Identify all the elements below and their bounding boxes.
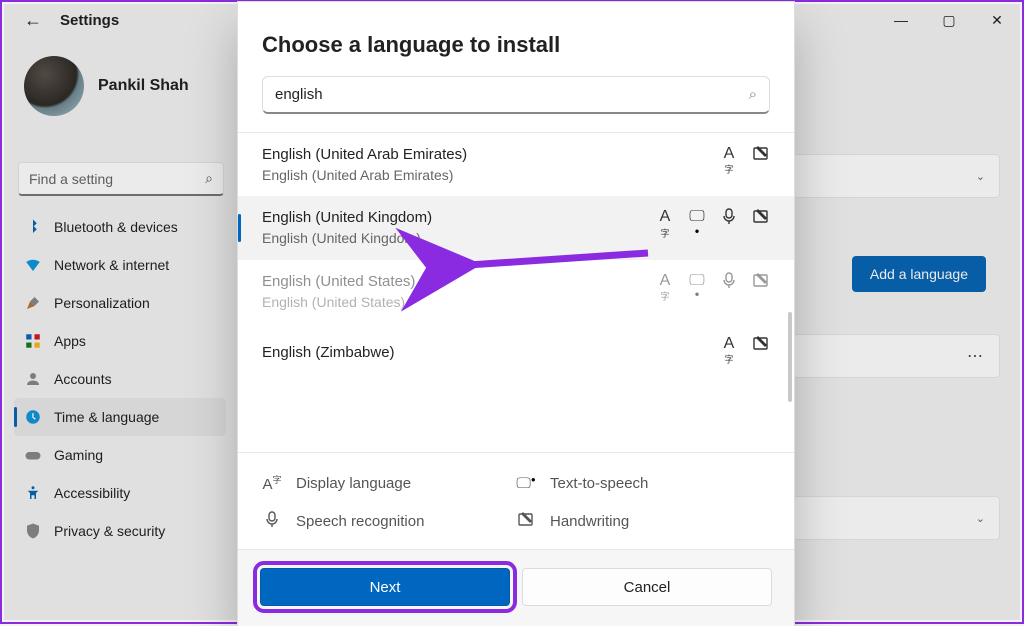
acc-icon: [24, 484, 42, 502]
find-setting-input[interactable]: Find a setting ⌕: [18, 162, 224, 196]
search-icon: ⌕: [205, 170, 213, 187]
more-icon[interactable]: ⋯: [967, 346, 985, 366]
sidebar-item-personalization[interactable]: Personalization: [14, 284, 226, 322]
game-icon: [24, 446, 42, 464]
close-button[interactable]: ✕: [974, 4, 1020, 36]
sidebar-item-label: Network & internet: [54, 257, 169, 273]
legend-icon: A字: [262, 473, 282, 493]
next-button[interactable]: Next: [260, 568, 510, 606]
feature-sr-icon: [720, 208, 738, 247]
chevron-down-icon: ⌄: [976, 170, 985, 183]
feature-hw-icon: [752, 272, 770, 311]
legend-icon: 🖵●: [516, 475, 536, 492]
sidebar-item-gaming[interactable]: Gaming: [14, 436, 226, 474]
feature-hw-icon: [752, 208, 770, 247]
back-button[interactable]: ←: [24, 10, 42, 31]
profile-block[interactable]: Pankil Shah: [24, 56, 189, 116]
sidebar-item-bluetooth-devices[interactable]: Bluetooth & devices: [14, 208, 226, 246]
sidebar-item-time-language[interactable]: Time & language: [14, 398, 226, 436]
window-titlebar: — ▢ ✕: [878, 4, 1020, 36]
legend-label: Text-to-speech: [550, 475, 648, 492]
legend-label: Display language: [296, 475, 411, 492]
sidebar-item-label: Time & language: [54, 409, 159, 425]
brush-icon: [24, 294, 42, 312]
sidebar-item-accounts[interactable]: Accounts: [14, 360, 226, 398]
legend-handwriting: Handwriting: [516, 511, 770, 531]
legend-text-to-speech: 🖵● Text-to-speech: [516, 473, 770, 493]
legend-display-language: A字 Display language: [262, 473, 516, 493]
language-name: English (Zimbabwe): [262, 344, 650, 361]
sidebar-nav: Bluetooth & devices Network & internet Per…: [14, 208, 226, 550]
wifi-icon: [24, 256, 42, 274]
language-option[interactable]: English (United Arab Emirates) English (U…: [238, 133, 794, 196]
language-name: English (United Arab Emirates): [262, 146, 650, 163]
feature-tts-icon: 🖵●: [688, 208, 706, 247]
dialog-title: Choose a language to install: [262, 32, 770, 58]
search-icon: ⌕: [749, 86, 757, 103]
avatar: [24, 56, 84, 116]
language-native: English (United Arab Emirates): [262, 167, 650, 183]
sidebar-item-apps[interactable]: Apps: [14, 322, 226, 360]
feature-a-icon: A字: [656, 208, 674, 247]
sidebar-item-accessibility[interactable]: Accessibility: [14, 474, 226, 512]
search-value: english: [275, 86, 323, 103]
legend-label: Handwriting: [550, 513, 629, 530]
language-option[interactable]: English (United Kingdom) English (United …: [238, 196, 794, 259]
legend-speech-recognition: Speech recognition: [262, 511, 516, 531]
sidebar-item-label: Privacy & security: [54, 523, 165, 539]
language-native: English (United Kingdom): [262, 230, 650, 246]
maximize-button[interactable]: ▢: [926, 4, 972, 36]
language-list: English (United Arab Emirates) English (U…: [238, 133, 794, 452]
feature-hw-icon: [752, 335, 770, 374]
feature-hw-icon: [752, 145, 770, 184]
legend-icon: [262, 511, 282, 531]
language-name: English (United States): [262, 273, 650, 290]
sidebar-item-network-internet[interactable]: Network & internet: [14, 246, 226, 284]
language-search-input[interactable]: english ⌕: [262, 76, 770, 114]
sidebar-item-label: Apps: [54, 333, 86, 349]
feature-a-icon: A字: [720, 145, 738, 184]
dialog-footer: Next Cancel: [238, 549, 794, 626]
language-option: English (United States) English (United S…: [238, 260, 794, 323]
language-name: English (United Kingdom): [262, 209, 650, 226]
language-option[interactable]: English (Zimbabwe) A字: [238, 323, 794, 386]
feature-tts-icon: 🖵●: [688, 272, 706, 311]
acct-icon: [24, 370, 42, 388]
sidebar-item-label: Accessibility: [54, 485, 130, 501]
scrollbar-thumb[interactable]: [788, 312, 792, 402]
time-icon: [24, 408, 42, 426]
sidebar-item-privacy-security[interactable]: Privacy & security: [14, 512, 226, 550]
feature-a-icon: A字: [720, 335, 738, 374]
cancel-button[interactable]: Cancel: [522, 568, 772, 606]
feature-sr-icon: [720, 272, 738, 311]
bt-icon: [24, 218, 42, 236]
sidebar-item-label: Accounts: [54, 371, 112, 387]
feature-a-icon: A字: [656, 272, 674, 311]
app-title: Settings: [60, 12, 119, 29]
legend-label: Speech recognition: [296, 513, 424, 530]
find-placeholder: Find a setting: [29, 171, 113, 187]
language-native: English (United States): [262, 294, 650, 310]
legend-icon: [516, 511, 536, 531]
install-language-dialog: Choose a language to install english ⌕ E…: [238, 2, 794, 626]
profile-name: Pankil Shah: [98, 77, 189, 95]
add-language-button[interactable]: Add a language: [852, 256, 986, 292]
sidebar-item-label: Bluetooth & devices: [54, 219, 178, 235]
sidebar-item-label: Personalization: [54, 295, 150, 311]
sidebar-item-label: Gaming: [54, 447, 103, 463]
priv-icon: [24, 522, 42, 540]
apps-icon: [24, 332, 42, 350]
feature-legend: A字 Display language 🖵● Text-to-speech Speech…: [238, 452, 794, 549]
minimize-button[interactable]: —: [878, 4, 924, 36]
chevron-down-icon: ⌄: [976, 512, 985, 525]
